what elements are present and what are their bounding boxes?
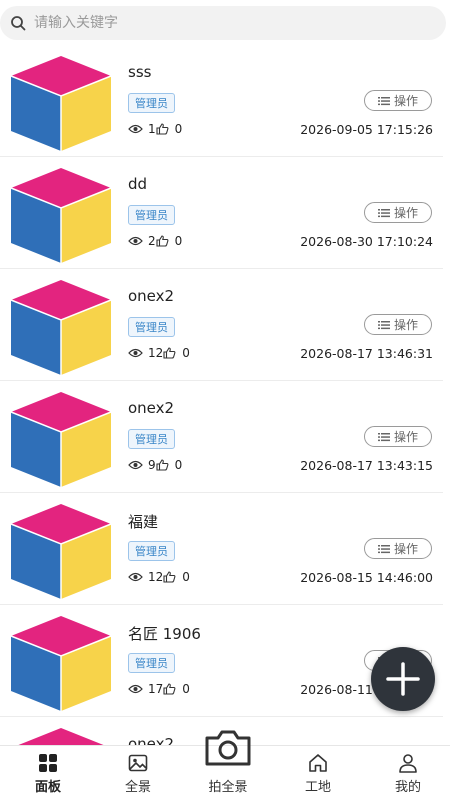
user-icon xyxy=(399,754,417,773)
list-item[interactable]: dd 管理员 2 0 操作 2026-08-30 17:10:24 xyxy=(0,157,443,269)
like-count: 0 xyxy=(182,570,190,584)
eye-icon xyxy=(128,572,143,582)
eye-icon xyxy=(128,236,143,246)
eye-icon xyxy=(128,124,143,134)
cube-thumbnail xyxy=(18,728,104,745)
view-count: 12 xyxy=(148,346,164,360)
action-button-label: 操作 xyxy=(393,542,418,556)
like-count: 0 xyxy=(182,346,190,360)
plus-icon xyxy=(386,662,420,696)
like-count: 0 xyxy=(174,234,183,248)
item-stats: 17 0 xyxy=(128,682,190,696)
action-button-label: 操作 xyxy=(393,430,418,444)
view-count: 1 xyxy=(148,122,156,136)
role-badge: 管理员 xyxy=(128,93,175,113)
item-time: 2026-08-30 17:10:24 xyxy=(300,234,433,249)
project-list: sss 管理员 1 0 操作 2026-09-05 17:15:26 dd 管理… xyxy=(0,45,450,745)
view-count: 9 xyxy=(148,458,156,472)
item-title: dd xyxy=(128,175,148,193)
view-count: 2 xyxy=(148,234,156,248)
list-icon xyxy=(377,208,390,217)
item-title: onex2 xyxy=(128,399,175,417)
item-stats: 2 0 xyxy=(128,234,182,248)
action-button[interactable]: 操作 xyxy=(364,90,432,111)
item-title: sss xyxy=(128,63,152,81)
tab-mine[interactable]: 我的 xyxy=(363,746,450,801)
image-icon xyxy=(128,754,148,772)
list-item[interactable]: sss 管理员 1 0 操作 2026-09-05 17:15:26 xyxy=(0,45,443,157)
item-stats: 12 0 xyxy=(128,346,190,360)
thumbs-up-icon xyxy=(156,123,169,135)
item-time: 2026-09-05 17:15:26 xyxy=(300,122,433,137)
like-count: 0 xyxy=(174,458,183,472)
action-button[interactable]: 操作 xyxy=(364,538,432,559)
tab-panorama[interactable]: 全景 xyxy=(93,746,183,801)
tab-label: 全景 xyxy=(124,780,151,795)
thumbs-up-icon xyxy=(156,235,169,247)
like-count: 0 xyxy=(174,122,183,136)
cube-thumbnail xyxy=(10,280,112,375)
list-icon xyxy=(377,432,390,441)
item-stats: 9 0 xyxy=(128,458,182,472)
action-button-label: 操作 xyxy=(393,206,418,220)
item-title: 福建 xyxy=(128,513,159,531)
like-count: 0 xyxy=(182,682,190,696)
item-time: 2026-08-17 13:46:31 xyxy=(300,346,433,361)
grid-icon xyxy=(39,754,57,772)
camera-icon[interactable] xyxy=(203,728,253,768)
cube-thumbnail xyxy=(10,616,112,711)
search-bar[interactable] xyxy=(0,6,446,40)
tab-label: 拍全景 xyxy=(208,780,248,795)
tab-label: 工地 xyxy=(304,780,331,795)
action-button-label: 操作 xyxy=(393,318,418,332)
item-title: onex2 xyxy=(128,287,175,305)
thumbs-up-icon xyxy=(163,683,176,695)
cube-thumbnail xyxy=(10,168,112,263)
eye-icon xyxy=(128,684,143,694)
item-stats: 1 0 xyxy=(128,122,182,136)
cube-thumbnail xyxy=(10,504,112,599)
item-title: 名匠 1906 xyxy=(128,625,201,643)
item-time: 2026-08-15 14:46:00 xyxy=(300,570,433,585)
thumbs-up-icon xyxy=(156,459,169,471)
role-badge: 管理员 xyxy=(128,541,175,561)
list-icon xyxy=(377,96,390,105)
item-time: 2026-08-17 13:43:15 xyxy=(300,458,433,473)
thumbs-up-icon xyxy=(163,347,176,359)
item-title: onex2 xyxy=(128,735,175,745)
tab-panel[interactable]: 面板 xyxy=(3,746,93,801)
action-button[interactable]: 操作 xyxy=(364,314,432,335)
eye-icon xyxy=(128,348,143,358)
list-item[interactable]: 福建 管理员 12 0 操作 2026-08-15 14:46:00 xyxy=(0,493,443,605)
role-badge: 管理员 xyxy=(128,317,175,337)
list-item[interactable]: onex2 管理员 9 0 操作 2026-08-17 13:43:15 xyxy=(0,381,443,493)
search-input[interactable] xyxy=(32,14,416,32)
view-count: 12 xyxy=(148,570,164,584)
role-badge: 管理员 xyxy=(128,205,175,225)
list-icon xyxy=(377,544,390,553)
role-badge: 管理员 xyxy=(128,653,175,673)
search-icon xyxy=(11,16,26,31)
action-button[interactable]: 操作 xyxy=(364,426,432,447)
action-button-label: 操作 xyxy=(393,94,418,108)
view-count: 17 xyxy=(148,682,164,696)
eye-icon xyxy=(128,460,143,470)
list-item[interactable]: onex2 管理员 12 0 操作 2026-08-17 13:46:31 xyxy=(0,269,443,381)
tab-label: 我的 xyxy=(394,780,421,795)
tab-label: 面板 xyxy=(34,780,61,795)
action-button[interactable]: 操作 xyxy=(364,202,432,223)
cube-thumbnail xyxy=(10,392,112,487)
role-badge: 管理员 xyxy=(128,429,175,449)
home-icon xyxy=(309,754,327,772)
item-stats: 12 0 xyxy=(128,570,190,584)
list-icon xyxy=(377,320,390,329)
add-button[interactable] xyxy=(371,647,435,711)
cube-thumbnail xyxy=(10,56,112,151)
thumbs-up-icon xyxy=(163,571,176,583)
tab-site[interactable]: 工地 xyxy=(273,746,363,801)
